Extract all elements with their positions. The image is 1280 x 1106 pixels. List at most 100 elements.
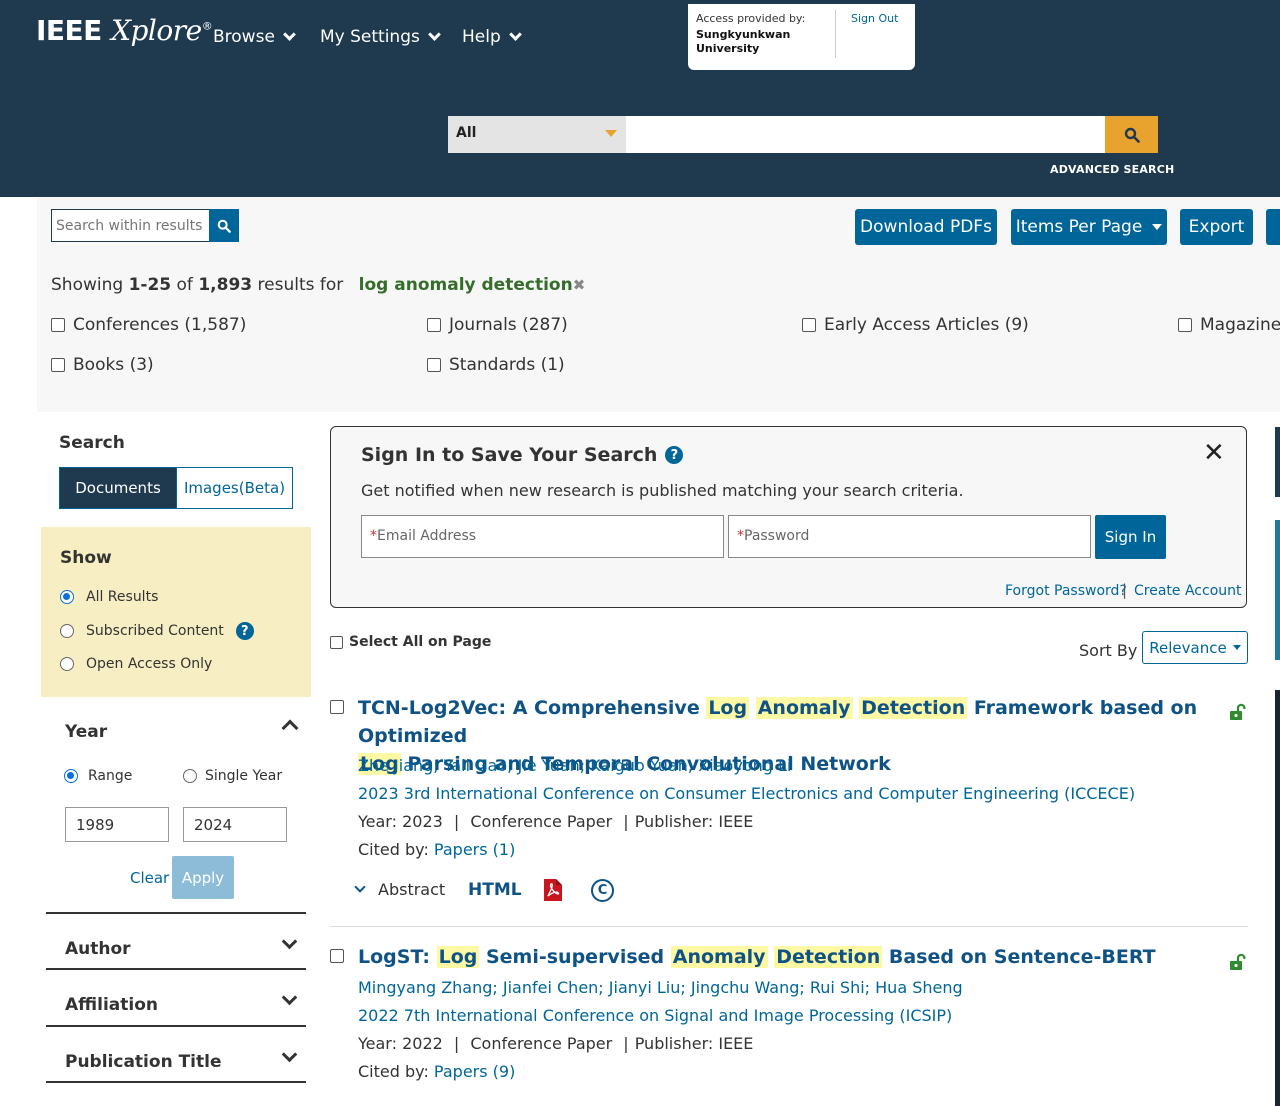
chevron-up-icon[interactable] <box>281 719 299 737</box>
radio-selected[interactable] <box>64 769 78 783</box>
search-within-input[interactable] <box>52 210 209 241</box>
sidebar-search-title: Search <box>59 433 125 453</box>
right-edge-strip <box>1275 520 1280 660</box>
search-within-button[interactable] <box>209 209 239 242</box>
radio-selected[interactable] <box>60 590 74 604</box>
items-per-page-button[interactable]: Items Per Page <box>1011 209 1167 245</box>
search-query-term: log anomaly detection <box>358 275 573 295</box>
select-all-label: Select All on Page <box>349 634 492 650</box>
caret-down-icon <box>1232 645 1241 650</box>
help-question-icon[interactable]: ? <box>235 622 254 640</box>
advanced-search-link[interactable]: ADVANCED SEARCH <box>1050 163 1174 176</box>
publisher-label: Publisher: <box>634 1034 714 1053</box>
sign-in-button[interactable]: Sign In <box>1095 515 1166 559</box>
radio[interactable] <box>60 657 74 671</box>
checkbox[interactable] <box>51 318 65 332</box>
create-account-link[interactable]: Create Account <box>1134 583 1242 599</box>
show-all-results-option[interactable]: All Results <box>60 589 158 605</box>
main-search-input[interactable] <box>626 116 1106 153</box>
facet-conferences[interactable]: Conferences (1,587) <box>51 315 246 335</box>
checkbox[interactable] <box>427 358 441 372</box>
result-publisher: IEEE <box>718 1034 754 1053</box>
highlighted-term: Anomaly <box>670 946 768 968</box>
pdf-icon[interactable] <box>543 878 563 902</box>
help-question-icon[interactable]: ? <box>665 446 684 464</box>
year-range-option[interactable]: Range <box>64 768 132 784</box>
html-fulltext-link[interactable]: HTML <box>468 880 522 900</box>
forgot-password-link[interactable]: Forgot Password? <box>1005 583 1127 599</box>
ieee-xplore-logo[interactable]: IEEE Xplore® <box>36 14 213 47</box>
result-title-link[interactable]: LogST: Log Semi-supervised Anomaly Detec… <box>358 943 1208 971</box>
result-authors[interactable]: Mingyang Zhang; Jianfei Chen; Jianyi Liu… <box>358 978 963 997</box>
facet-magazines[interactable]: Magazines <box>1178 315 1280 335</box>
results-range: 1-25 <box>128 275 172 295</box>
facet-books[interactable]: Books (3) <box>51 355 154 375</box>
radio[interactable] <box>183 769 197 783</box>
result-checkbox[interactable] <box>330 949 344 963</box>
select-all-on-page[interactable]: Select All on Page <box>330 634 491 650</box>
search-button[interactable] <box>1105 116 1158 153</box>
cited-papers-link[interactable]: Papers (1) <box>434 840 515 859</box>
toolbar-overflow-button[interactable] <box>1266 209 1280 245</box>
year-from-input[interactable]: 1989 <box>65 807 169 842</box>
option-label: Range <box>88 768 133 784</box>
nav-help[interactable]: Help <box>462 27 522 47</box>
export-button[interactable]: Export <box>1180 209 1253 245</box>
logo-registered-mark: ® <box>201 19 213 33</box>
show-open-access-option[interactable]: Open Access Only <box>60 656 212 672</box>
checkbox[interactable] <box>802 318 816 332</box>
divider <box>46 968 306 970</box>
result-venue-link[interactable]: 2023 3rd International Conference on Con… <box>358 784 1135 803</box>
year-apply-button[interactable]: Apply <box>172 856 234 899</box>
facet-journals[interactable]: Journals (287) <box>427 315 568 335</box>
divider <box>46 1081 306 1083</box>
download-pdfs-button[interactable]: Download PDFs <box>855 209 997 245</box>
accordion-affiliation[interactable]: Affiliation <box>65 995 158 1015</box>
copyright-permissions-icon[interactable]: C <box>591 879 614 902</box>
year-single-option[interactable]: Single Year <box>183 768 282 784</box>
tab-images-label: Images(Beta) <box>183 479 286 497</box>
facet-standards[interactable]: Standards (1) <box>427 355 565 375</box>
checkbox[interactable] <box>1178 318 1192 332</box>
chevron-down-icon[interactable] <box>281 989 298 1006</box>
search-icon <box>217 219 231 233</box>
close-icon[interactable]: ✕ <box>1203 438 1225 468</box>
tab-documents-label: Documents <box>75 479 161 497</box>
checkbox[interactable] <box>51 358 65 372</box>
year-to-input[interactable]: 2024 <box>183 807 287 842</box>
accordion-author[interactable]: Author <box>65 939 131 959</box>
clear-query-icon[interactable]: ✖ <box>573 276 586 294</box>
result-venue-link[interactable]: 2022 7th International Conference on Sig… <box>358 1006 952 1025</box>
tab-images-beta[interactable]: Images(Beta) <box>176 467 293 509</box>
highlighted-term: Log <box>706 697 750 719</box>
cited-papers-link[interactable]: Papers (9) <box>434 1062 515 1081</box>
accordion-publication-title[interactable]: Publication Title <box>65 1052 222 1072</box>
open-access-lock-icon <box>1230 953 1246 970</box>
nav-my-settings[interactable]: My Settings <box>320 27 441 47</box>
chevron-down-icon[interactable] <box>281 933 298 950</box>
publisher-label: Publisher: <box>634 812 714 831</box>
chevron-down-icon[interactable] <box>281 1046 298 1063</box>
password-field[interactable]: *Password <box>728 515 1091 558</box>
tab-documents[interactable]: Documents <box>59 467 177 509</box>
email-field[interactable]: *Email Address <box>361 515 724 558</box>
result-authors[interactable]: Zhe Jiang; Yali Gao; Jie Yuan; Kaiguo Yu… <box>358 756 791 775</box>
radio[interactable] <box>60 624 74 638</box>
link-separator: | <box>1122 581 1128 599</box>
abstract-label: Abstract <box>378 880 446 899</box>
facet-early-access[interactable]: Early Access Articles (9) <box>802 315 1029 335</box>
right-edge-strip <box>1275 690 1280 1106</box>
result-checkbox[interactable] <box>330 700 344 714</box>
search-scope-select[interactable]: All <box>448 116 626 153</box>
year-clear-link[interactable]: Clear <box>130 869 169 887</box>
checkbox[interactable] <box>427 318 441 332</box>
sort-dropdown[interactable]: Relevance <box>1142 631 1248 664</box>
apply-label: Apply <box>181 868 225 887</box>
checkbox[interactable] <box>330 635 343 649</box>
sign-out-link[interactable]: Sign Out <box>851 12 898 25</box>
results-total: 1,893 <box>198 275 253 295</box>
nav-browse[interactable]: Browse <box>213 27 296 47</box>
result-publisher: IEEE <box>718 812 754 831</box>
abstract-toggle[interactable]: Abstract <box>354 880 446 899</box>
show-subscribed-option[interactable]: Subscribed Content ? <box>60 622 254 640</box>
